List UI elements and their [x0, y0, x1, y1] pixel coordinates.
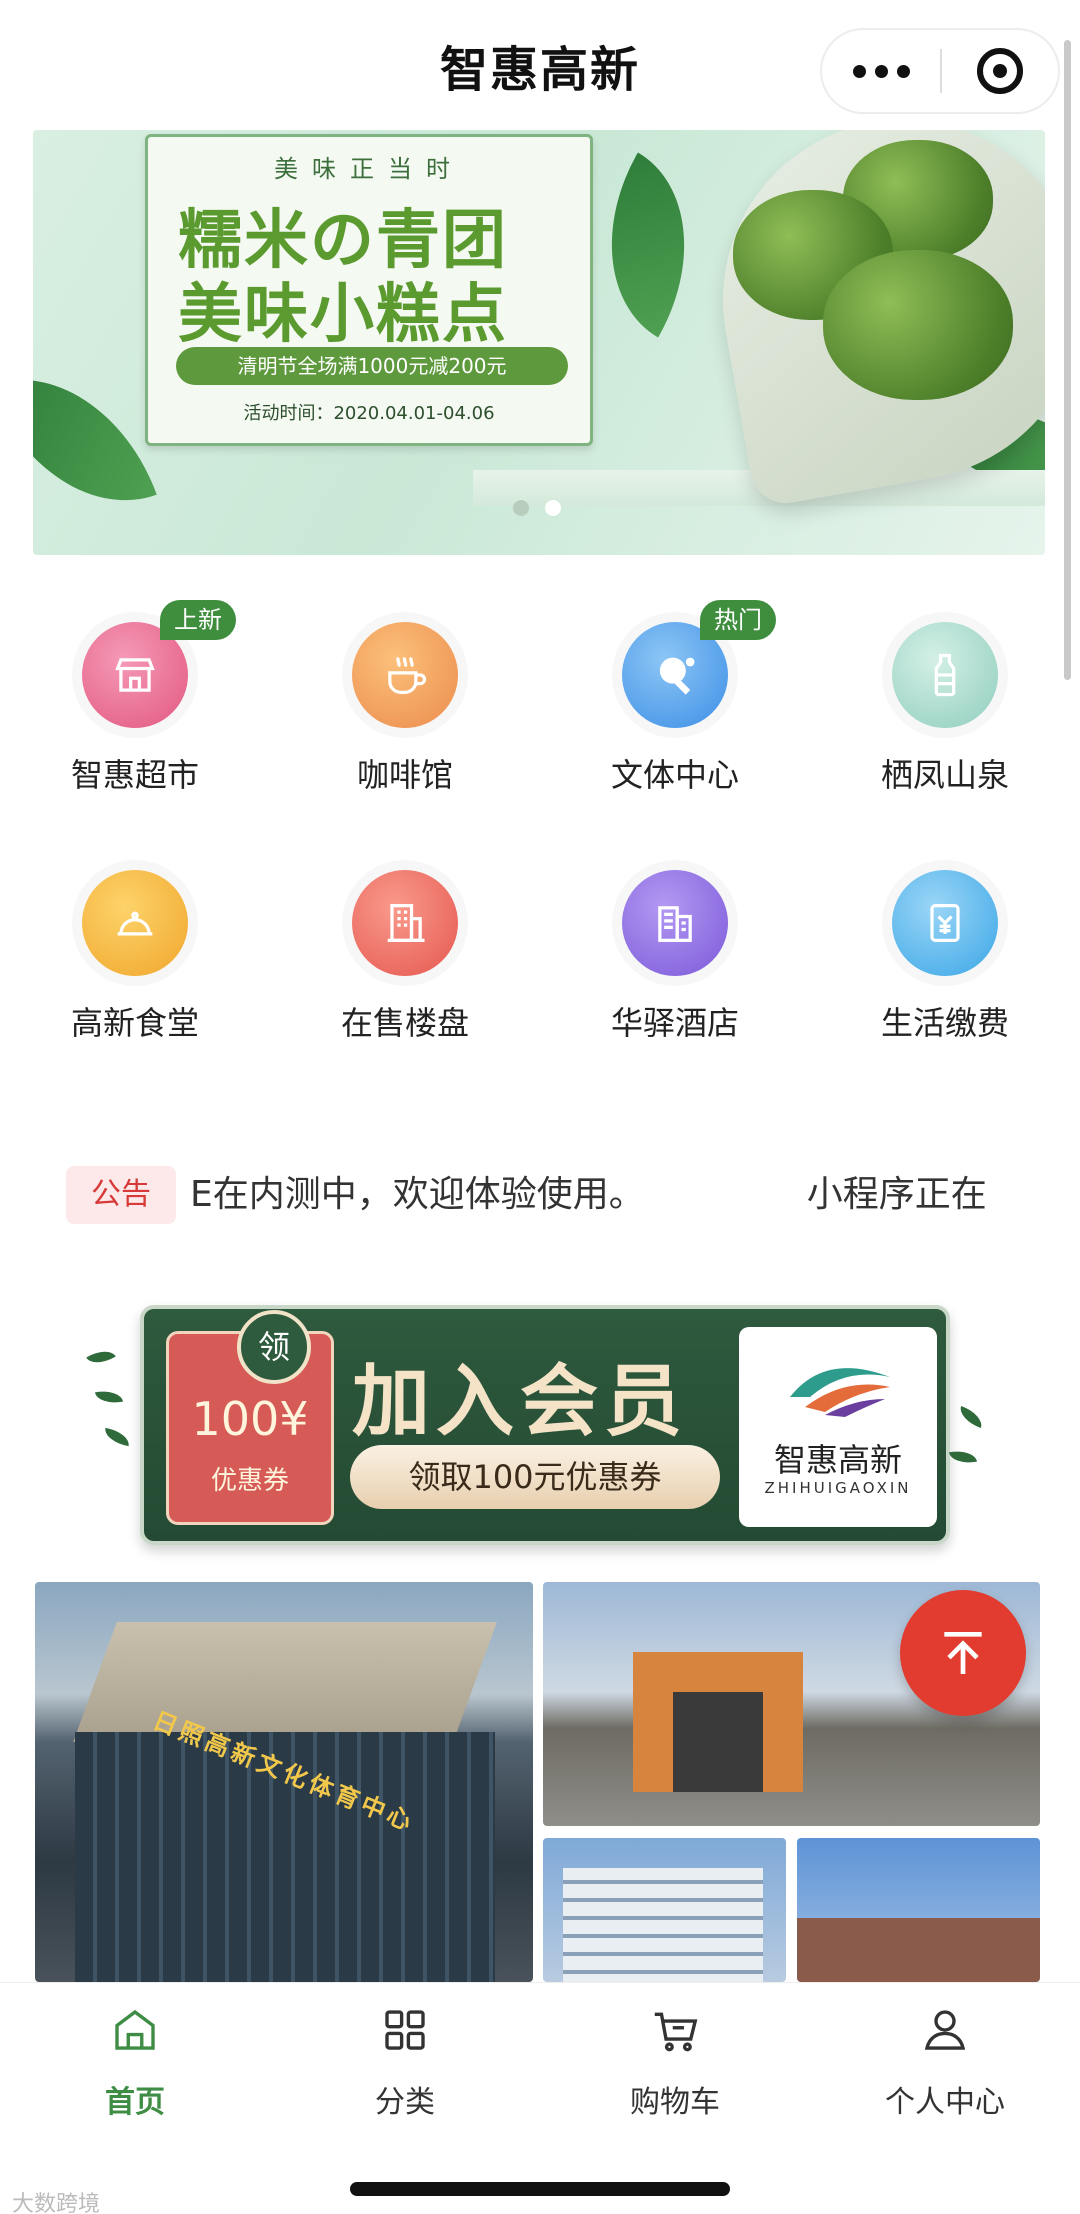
leaf-decoration — [948, 1447, 978, 1467]
home-indicator[interactable] — [350, 2182, 730, 2196]
leaf-decoration — [956, 1405, 986, 1429]
bottom-tab-bar: 首页 分类 购物车 个人中心 — [0, 1982, 1080, 2214]
promo-headline-2: 美味小糕点 — [178, 277, 508, 352]
grid-item-real-estate[interactable]: 在售楼盘 — [270, 848, 540, 1068]
tab-category[interactable]: 分类 — [270, 2003, 540, 2133]
carousel-dot[interactable] — [513, 500, 529, 516]
notice-bar[interactable]: 公告 E在内测中，欢迎体验使用。 小程序正在 — [66, 1160, 1026, 1230]
tab-label: 购物车 — [630, 2085, 720, 2120]
grid-item-label: 高新食堂 — [70, 1004, 199, 1042]
coupon-card: 领 100¥ 优惠券 — [166, 1310, 334, 1525]
back-to-top-button[interactable] — [900, 1590, 1026, 1716]
user-icon — [924, 2010, 966, 2050]
tab-home[interactable]: 首页 — [0, 2003, 270, 2133]
notice-badge: 公告 — [66, 1166, 176, 1224]
brand-logo-pinyin: ZHIHUIGAOXIN — [764, 1479, 912, 1497]
tag-hot: 热门 — [700, 600, 776, 640]
photo-sports-center[interactable]: 日照高新文化体育中心 — [35, 1582, 533, 1982]
coffee-cup-icon — [352, 622, 458, 728]
grid-item-canteen[interactable]: 高新食堂 — [0, 848, 270, 1068]
tab-label: 个人中心 — [885, 2085, 1005, 2120]
building-facade — [797, 1918, 1040, 1982]
grid-item-label: 咖啡馆 — [356, 756, 453, 794]
photo-office-building[interactable] — [543, 1838, 786, 1982]
grid-item-sports[interactable]: 热门 文体中心 — [540, 600, 810, 820]
grid-item-label: 智惠超市 — [70, 756, 199, 794]
tag-new: 上新 — [160, 600, 236, 640]
grid-item-coffee[interactable]: 咖啡馆 — [270, 600, 540, 820]
member-banner[interactable]: 领 100¥ 优惠券 加入会员 领取100元优惠券 智惠高新 ZHIHUIGAO… — [140, 1305, 950, 1545]
grid-item-label: 生活缴费 — [880, 1004, 1009, 1042]
photo-campus[interactable] — [797, 1838, 1040, 1982]
building-roof — [73, 1622, 497, 1742]
building-icon — [352, 870, 458, 976]
cart-icon — [654, 2012, 698, 2052]
tab-profile[interactable]: 个人中心 — [810, 2003, 1080, 2133]
notice-marquee: E在内测中，欢迎体验使用。 小程序正在 — [190, 1174, 987, 1215]
leaf-decoration — [86, 1344, 116, 1370]
promo-tagline: 美味正当时 — [274, 155, 464, 183]
mini-program-capsule — [820, 28, 1060, 114]
promo-dates: 活动时间：2020.04.01-04.06 — [243, 403, 495, 424]
grid-item-hotel[interactable]: 华驿酒店 — [540, 848, 810, 1068]
grid-item-bill-payment[interactable]: 生活缴费 — [810, 848, 1080, 1068]
grid-category-icon — [385, 2010, 425, 2050]
brand-logo-name: 智惠高新 — [773, 1441, 902, 1479]
food-cloche-icon — [82, 870, 188, 976]
promo-card: 美味正当时 糯米の青团 美味小糕点 清明节全场满1000元减200元 活动时间：… — [145, 134, 593, 446]
home-icon — [115, 2009, 155, 2050]
promo-offer: 清明节全场满1000元减200元 — [176, 347, 568, 385]
target-close-icon[interactable] — [942, 28, 1058, 114]
leaf-decoration — [33, 344, 157, 536]
watermark: 大数跨境 — [12, 2192, 101, 2214]
member-title: 加入会员 — [352, 1357, 689, 1447]
grid-item-spring-water[interactable]: 栖凤山泉 — [810, 600, 1080, 820]
leaf-decoration — [102, 1427, 132, 1447]
grid-item-label: 在售楼盘 — [340, 1004, 469, 1042]
building-door — [673, 1692, 763, 1792]
grid-item-supermarket[interactable]: 上新 智惠超市 — [0, 600, 270, 820]
tab-cart[interactable]: 购物车 — [540, 2003, 810, 2133]
claim-coupon-button[interactable]: 领取100元优惠券 — [350, 1445, 720, 1509]
hotel-icon — [622, 870, 728, 976]
water-bottle-icon — [892, 622, 998, 728]
brand-logo-icon — [790, 1368, 890, 1417]
arrow-up-icon — [944, 1632, 982, 1674]
grid-item-label: 华驿酒店 — [610, 1004, 739, 1042]
building-facade — [563, 1868, 763, 1982]
promo-banner[interactable]: 美味正当时 糯米の青团 美味小糕点 清明节全场满1000元减200元 活动时间：… — [33, 130, 1045, 555]
carousel-dot-active[interactable] — [545, 500, 561, 516]
carousel-dots — [513, 500, 561, 516]
scrollbar[interactable] — [1064, 40, 1071, 680]
nav-header: 智惠高新 — [0, 0, 1080, 130]
coupon-label: 优惠券 — [210, 1466, 289, 1496]
qingtuan-image — [823, 250, 1013, 400]
tab-label: 分类 — [375, 2085, 435, 2120]
leaf-decoration — [94, 1387, 124, 1407]
claim-badge: 领 — [237, 1310, 311, 1384]
bill-payment-icon — [892, 870, 998, 976]
grid-item-label: 文体中心 — [610, 756, 739, 794]
more-dots-icon[interactable] — [822, 28, 940, 114]
app-screen: 智惠高新 美味正当时 糯米の青团 美味小糕点 清明节全场满1000元减200元 … — [0, 0, 1080, 2214]
coupon-amount: 100¥ — [191, 1392, 309, 1446]
brand-logo: 智惠高新 ZHIHUIGAOXIN — [739, 1327, 937, 1527]
grid-item-label: 栖凤山泉 — [880, 756, 1009, 794]
tab-label: 首页 — [105, 2085, 165, 2120]
